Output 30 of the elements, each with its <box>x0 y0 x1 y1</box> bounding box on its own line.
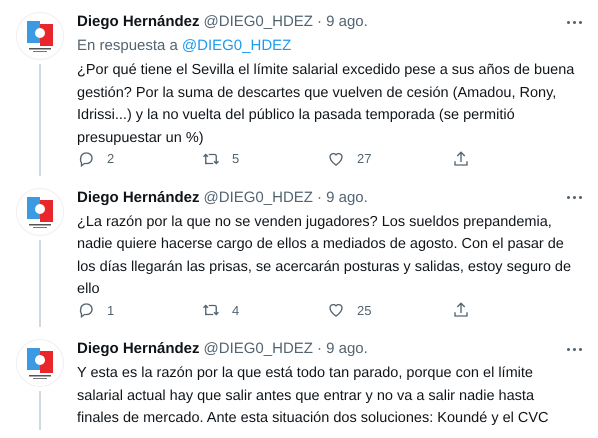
author-handle[interactable]: @DIEG0_HDEZ <box>204 339 313 359</box>
retweet-button[interactable]: 4 <box>202 300 327 320</box>
author-handle[interactable]: @DIEG0_HDEZ <box>204 12 313 32</box>
share-icon <box>452 150 470 168</box>
tweet-text: ¿Por qué tiene el Sevilla el límite salarial excedido pese a sus años de buena gestión? Por la suma de descartes que vuelven de cesión (Amadou, Rony, Idrissi...) y la no vuelta del público la pasada temporada (se permitió presupuestar un %) <box>77 61 576 148</box>
tweet-text: Y esta es la razón por la que está todo tan parado, porque con el límite salarial actual hay que salir antes que entrar y no va a salir nadie hasta finales de mercado. Ante esta situación dos soluciones: Koundé y el CVC <box>77 364 550 428</box>
tweet-date[interactable]: · 9 ago. <box>316 12 368 32</box>
reply-button[interactable]: 1 <box>77 300 202 320</box>
like-button[interactable]: 25 <box>327 300 452 320</box>
heart-icon <box>327 301 345 320</box>
tweet-date[interactable]: · 9 ago. <box>316 188 368 208</box>
author-name[interactable]: Diego Hernández <box>77 12 200 32</box>
tweet-date[interactable]: · 9 ago. <box>316 339 368 359</box>
reply-icon <box>77 150 95 168</box>
share-icon <box>452 301 470 320</box>
more-icon[interactable] <box>567 196 582 199</box>
reply-label: En respuesta a <box>77 36 178 56</box>
tweet-text: ¿La razón por la que no se venden jugadores? Los sueldos prepandemia, nadie quiere hacerse cargo de ellos a mediados de agosto. Con el pasar de los días llegarán las prisas, se acercarán posturas y salidas, estoy seguro de ello <box>77 212 572 299</box>
avatar-logo-icon <box>16 188 64 236</box>
avatar-logo-icon <box>16 339 64 387</box>
retweet-button[interactable]: 5 <box>202 149 327 168</box>
avatar-logo-icon <box>16 12 64 60</box>
author-name[interactable]: Diego Hernández <box>77 339 200 359</box>
reply-button[interactable]: 2 <box>77 149 202 168</box>
like-button[interactable]: 27 <box>327 149 452 168</box>
more-icon[interactable] <box>567 348 582 350</box>
author-name[interactable]: Diego Hernández <box>77 188 200 208</box>
author-handle[interactable]: @DIEG0_HDEZ <box>204 188 313 208</box>
reply-icon <box>77 301 95 320</box>
more-icon[interactable] <box>567 20 582 24</box>
